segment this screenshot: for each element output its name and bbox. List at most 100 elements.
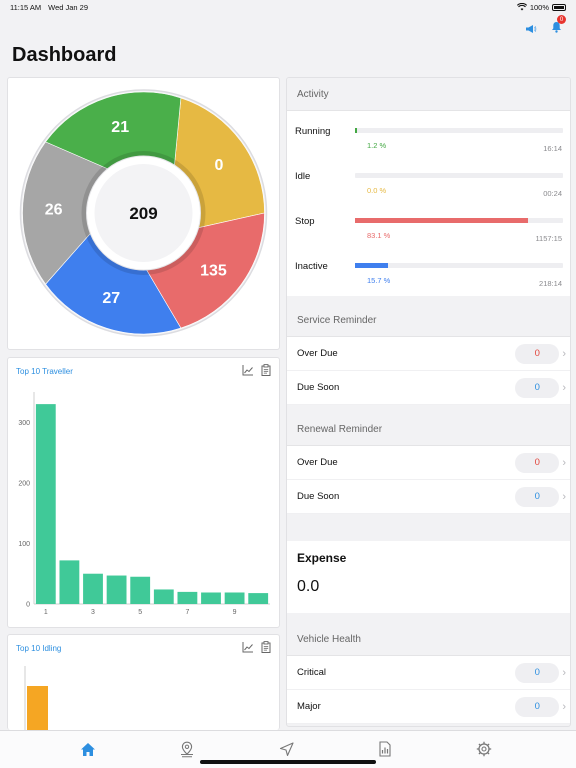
x-tick-label: 1: [44, 609, 48, 616]
battery-icon: [552, 3, 566, 11]
service-reminder-list: Over Due 0 › Due Soon 0 ›: [287, 337, 570, 405]
activity-percent: 1.2 %: [367, 141, 387, 150]
x-tick-label: 5: [138, 609, 142, 616]
service-due-soon-row[interactable]: Due Soon 0 ›: [287, 371, 570, 405]
summary-panel: Activity Running 1.2 % 16:14 Idle 0.0 % …: [286, 77, 571, 727]
chart-tools: [242, 364, 271, 376]
chart-bar[interactable]: [130, 576, 151, 604]
row-label: Due Soon: [297, 382, 340, 393]
line-chart-icon[interactable]: [242, 641, 254, 653]
vehicle-health-header: Vehicle Health: [287, 623, 570, 656]
tab-settings[interactable]: [472, 739, 496, 759]
navigation-icon: [279, 741, 294, 756]
row-label: Over Due: [297, 457, 338, 468]
home-icon: [81, 742, 95, 756]
notifications-button[interactable]: 0: [551, 15, 566, 38]
activity-row-running[interactable]: Running 1.2 % 16:14: [287, 114, 570, 159]
top-actions: 0: [525, 15, 566, 38]
row-label: Over Due: [297, 348, 338, 359]
overdue-count-pill: 0: [515, 452, 560, 473]
notification-badge: 0: [557, 15, 566, 24]
chart-bar[interactable]: [59, 560, 80, 604]
top-traveller-bar-chart[interactable]: 0 100 200 300 1 3 5 7 9: [8, 384, 279, 624]
donut-segment-label: 135: [200, 263, 227, 280]
critical-row[interactable]: Critical 0 ›: [287, 656, 570, 690]
battery-percent: 100%: [529, 2, 549, 12]
page-title: Dashboard: [12, 44, 117, 66]
chart-bar[interactable]: [248, 593, 269, 604]
chart-tools: [242, 641, 271, 653]
expense-card[interactable]: Expense 0.0: [287, 541, 570, 613]
chart-bar[interactable]: [83, 573, 103, 604]
overdue-count-pill: 0: [515, 343, 560, 364]
activity-bar: [355, 128, 358, 133]
wifi-icon: [516, 3, 527, 11]
report-icon: [379, 741, 391, 757]
y-tick-label: 200: [18, 480, 30, 487]
chevron-right-icon: ›: [562, 700, 566, 713]
activity-time: 218:14: [539, 279, 562, 288]
due-soon-count-pill: 0: [515, 377, 560, 398]
chart-bar[interactable]: [201, 592, 221, 604]
vehicle-status-donut-chart[interactable]: 0 135 27 26 21 209: [8, 78, 279, 349]
line-chart-icon[interactable]: [242, 364, 254, 376]
activity-label: Idle: [295, 171, 311, 182]
vehicle-status-card: 0 135 27 26 21 209: [7, 77, 280, 350]
major-row[interactable]: Major 0 ›: [287, 690, 570, 724]
chart-bar[interactable]: [224, 592, 245, 604]
activity-time: 1157:15: [535, 234, 562, 243]
activity-bar-track: [355, 173, 563, 178]
activity-label: Running: [295, 126, 331, 137]
status-time: 11:15 AM: [10, 2, 42, 12]
donut-segment-label: 26: [45, 201, 63, 218]
chart-bar[interactable]: [35, 404, 56, 604]
chart-bar[interactable]: [177, 591, 198, 604]
chart-bar[interactable]: [153, 589, 174, 604]
activity-bar: [355, 263, 388, 268]
activity-row-idle[interactable]: Idle 0.0 % 00:24: [287, 159, 570, 204]
x-tick-label: 7: [185, 609, 189, 616]
activity-row-inactive[interactable]: Inactive 15.7 % 218:14: [287, 249, 570, 294]
expense-value: 0.0: [297, 578, 320, 595]
due-soon-count-pill: 0: [515, 486, 560, 507]
row-label: Major: [297, 701, 321, 712]
top-traveller-card: Top 10 Traveller 0 100 200 300 1 3 5 7 9: [7, 357, 280, 628]
tab-navigation[interactable]: [274, 739, 298, 759]
critical-count-pill: 0: [515, 662, 560, 683]
activity-label: Stop: [295, 216, 315, 227]
activity-percent: 83.1 %: [367, 231, 391, 240]
renewal-reminder-header: Renewal Reminder: [287, 413, 570, 446]
tab-reports[interactable]: [373, 739, 397, 759]
donut-segment-label: 27: [102, 290, 120, 307]
chart-bar[interactable]: [106, 575, 127, 604]
vehicle-health-list: Critical 0 › Major 0 ›: [287, 656, 570, 724]
tab-home[interactable]: [76, 739, 100, 759]
chevron-right-icon: ›: [562, 490, 566, 503]
y-tick-label: 0: [26, 602, 30, 609]
activity-label: Inactive: [295, 261, 328, 272]
status-bar: 11:15 AM Wed Jan 29 100%: [0, 0, 576, 14]
tab-map[interactable]: [175, 739, 199, 759]
megaphone-icon[interactable]: [525, 24, 537, 34]
expense-title: Expense: [297, 551, 347, 565]
service-overdue-row[interactable]: Over Due 0 ›: [287, 337, 570, 371]
activity-percent: 15.7 %: [367, 276, 391, 285]
donut-total: 209: [129, 204, 157, 223]
y-tick-label: 100: [18, 541, 30, 548]
top-idling-card: Top 10 Idling: [7, 634, 280, 730]
renewal-due-soon-row[interactable]: Due Soon 0 ›: [287, 480, 570, 514]
activity-bar-track: [355, 263, 563, 268]
x-tick-label: 9: [233, 609, 237, 616]
clipboard-icon[interactable]: [261, 641, 271, 653]
chevron-right-icon: ›: [562, 456, 566, 469]
gear-icon: [476, 741, 492, 757]
top-idling-title: Top 10 Idling: [16, 644, 62, 653]
activity-row-stop[interactable]: Stop 83.1 % 1157:15: [287, 204, 570, 249]
chevron-right-icon: ›: [562, 381, 566, 394]
chevron-right-icon: ›: [562, 666, 566, 679]
clipboard-icon[interactable]: [261, 364, 271, 376]
renewal-overdue-row[interactable]: Over Due 0 ›: [287, 446, 570, 480]
activity-list: Running 1.2 % 16:14 Idle 0.0 % 00:24 Sto…: [287, 111, 570, 296]
top-idling-bar-chart[interactable]: [8, 663, 279, 730]
major-count-pill: 0: [515, 696, 560, 717]
